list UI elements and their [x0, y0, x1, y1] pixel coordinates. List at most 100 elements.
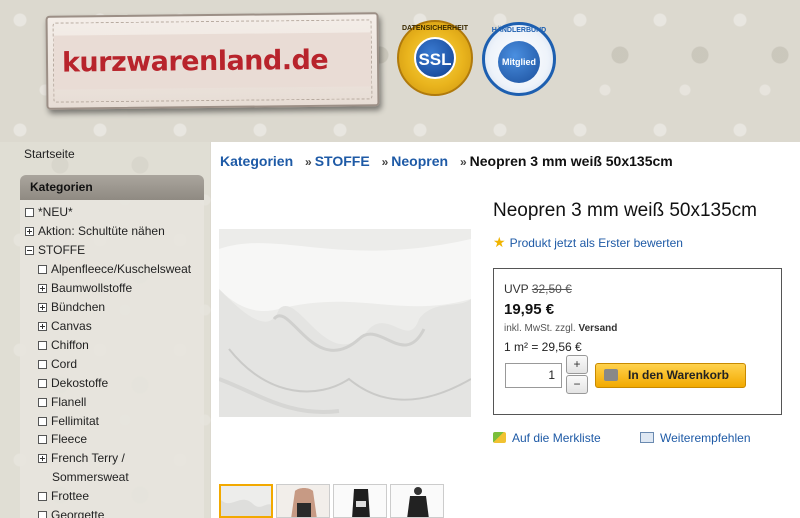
category-item-neu[interactable]: *NEU* — [25, 205, 73, 219]
category-item-fellimitat[interactable]: Fellimitat — [38, 414, 99, 428]
shipping-link[interactable]: Versand — [578, 323, 617, 334]
thumbnail-2[interactable] — [276, 484, 330, 518]
ssl-badge-center: SSL — [414, 37, 456, 79]
thumbnail-image — [277, 485, 329, 517]
category-item-cord[interactable]: Cord — [38, 357, 77, 371]
checkbox-icon — [38, 360, 47, 369]
category-label: *NEU* — [38, 205, 73, 219]
category-item-buendchen[interactable]: Bündchen — [38, 300, 105, 314]
category-item-frottee[interactable]: Frottee — [38, 489, 89, 503]
checkbox-icon — [38, 341, 47, 350]
category-label: Bündchen — [51, 300, 106, 314]
tax-text: inkl. MwSt. zzgl. — [504, 323, 576, 334]
quantity-increase-button[interactable]: + — [566, 355, 588, 374]
rate-product-label: Produkt jetzt als Erster bewerten — [509, 236, 683, 250]
checkbox-icon — [25, 208, 34, 217]
breadcrumb-separator: » — [305, 155, 312, 169]
category-label: Chiffon — [51, 338, 89, 352]
category-label: Cord — [51, 357, 78, 371]
add-to-cart-button[interactable]: In den Warenkorb — [595, 363, 746, 388]
product-price: 19,95 € — [504, 301, 555, 318]
breadcrumb-separator: » — [381, 155, 389, 169]
price-box: UVP 32,50 € 19,95 € inkl. MwSt. zzgl. Ve… — [493, 268, 782, 415]
expand-icon — [25, 227, 34, 236]
wishlist-link[interactable]: Auf die Merkliste — [493, 431, 601, 445]
haendlerbund-badge[interactable]: HÄNDLERBUND Mitglied — [482, 22, 556, 96]
category-label: Sommersweat — [52, 470, 129, 484]
category-label: Alpenfleece/Kuschelsweat — [51, 262, 192, 276]
expand-icon — [38, 303, 47, 312]
recommend-label: Weiterempfehlen — [660, 431, 751, 445]
categories-header: Kategorien — [20, 175, 204, 200]
quantity-decrease-button[interactable]: − — [566, 375, 588, 394]
category-label: Aktion: Schultüte nähen — [38, 224, 165, 238]
breadcrumb-stoffe[interactable]: STOFFE — [315, 153, 370, 169]
breadcrumb-separator: » — [459, 155, 467, 169]
category-item-french-terry-line2[interactable]: Sommersweat — [52, 470, 129, 484]
cart-icon — [604, 369, 618, 381]
ssl-badge-ring-text: DATENSICHERHEIT — [402, 25, 468, 32]
category-label: Fellimitat — [51, 414, 100, 428]
thumbnail-3[interactable] — [333, 484, 387, 518]
category-label: Dekostoffe — [51, 376, 109, 390]
checkbox-icon — [38, 492, 47, 501]
category-item-baumwollstoffe[interactable]: Baumwollstoffe — [38, 281, 132, 295]
checkbox-icon — [38, 265, 47, 274]
category-label: Frottee — [51, 489, 90, 503]
expand-icon — [38, 322, 47, 331]
recommend-link[interactable]: Weiterempfehlen — [640, 431, 751, 445]
uvp-label: UVP — [504, 282, 529, 296]
fabric-image — [219, 229, 471, 417]
category-item-fleece[interactable]: Fleece — [38, 432, 87, 446]
category-item-dekostoffe[interactable]: Dekostoffe — [38, 376, 108, 390]
category-item-chiffon[interactable]: Chiffon — [38, 338, 89, 352]
logo-text: kurzwarenland.de — [61, 44, 329, 79]
thumbnail-1[interactable] — [219, 484, 273, 518]
checkbox-icon — [38, 435, 47, 444]
category-label: Canvas — [51, 319, 92, 333]
category-label: Fleece — [51, 432, 88, 446]
category-label: Baumwollstoffe — [51, 281, 133, 295]
checkbox-icon — [38, 398, 47, 407]
uvp-price: 32,50 € — [531, 282, 572, 296]
category-label: Georgette — [51, 508, 105, 518]
product-image[interactable] — [219, 229, 471, 417]
breadcrumb-current: Neopren 3 mm weiß 50x135cm — [469, 153, 673, 169]
home-link[interactable]: Startseite — [24, 147, 75, 161]
thumbnail-image — [334, 485, 386, 517]
category-label: Flanell — [51, 395, 87, 409]
category-item-schultuete[interactable]: Aktion: Schultüte nähen — [25, 224, 165, 238]
star-icon: ★ — [493, 234, 506, 250]
checkbox-icon — [38, 417, 47, 426]
category-item-french-terry[interactable]: French Terry / — [38, 451, 125, 465]
expand-icon — [38, 284, 47, 293]
category-item-flanell[interactable]: Flanell — [38, 395, 86, 409]
collapse-icon — [25, 246, 34, 255]
expand-icon — [38, 454, 47, 463]
uvp-line: UVP 32,50 € — [504, 282, 572, 296]
thumbnail-image — [221, 486, 271, 516]
recommend-icon — [640, 432, 654, 443]
site-logo[interactable]: kurzwarenland.de — [45, 12, 380, 110]
category-item-stoffe[interactable]: STOFFE — [25, 243, 85, 257]
quantity-input[interactable]: 1 — [505, 363, 562, 388]
wishlist-label: Auf die Merkliste — [512, 431, 601, 445]
thumbnail-4[interactable] — [390, 484, 444, 518]
breadcrumb-kategorien[interactable]: Kategorien — [220, 153, 293, 169]
category-item-canvas[interactable]: Canvas — [38, 319, 92, 333]
haendlerbund-center: Mitglied — [498, 41, 540, 83]
ssl-badge: DATENSICHERHEIT SSL — [397, 20, 473, 96]
thumbnail-image — [391, 485, 443, 517]
breadcrumb: Kategorien » STOFFE » Neopren » Neopren 3 m… — [220, 153, 673, 169]
checkbox-icon — [38, 379, 47, 388]
add-to-cart-label: In den Warenkorb — [628, 368, 729, 382]
checkbox-icon — [38, 511, 47, 518]
category-label: STOFFE — [38, 243, 86, 257]
unit-price: 1 m² = 29,56 € — [504, 340, 582, 354]
category-label: French Terry / — [51, 451, 125, 465]
haendlerbund-ring-text: HÄNDLERBUND — [491, 27, 547, 34]
breadcrumb-neopren[interactable]: Neopren — [391, 153, 448, 169]
category-item-georgette[interactable]: Georgette — [38, 508, 104, 518]
rate-product-link[interactable]: ★ Produkt jetzt als Erster bewerten — [493, 234, 683, 251]
category-item-alpenfleece[interactable]: Alpenfleece/Kuschelsweat — [38, 262, 191, 276]
